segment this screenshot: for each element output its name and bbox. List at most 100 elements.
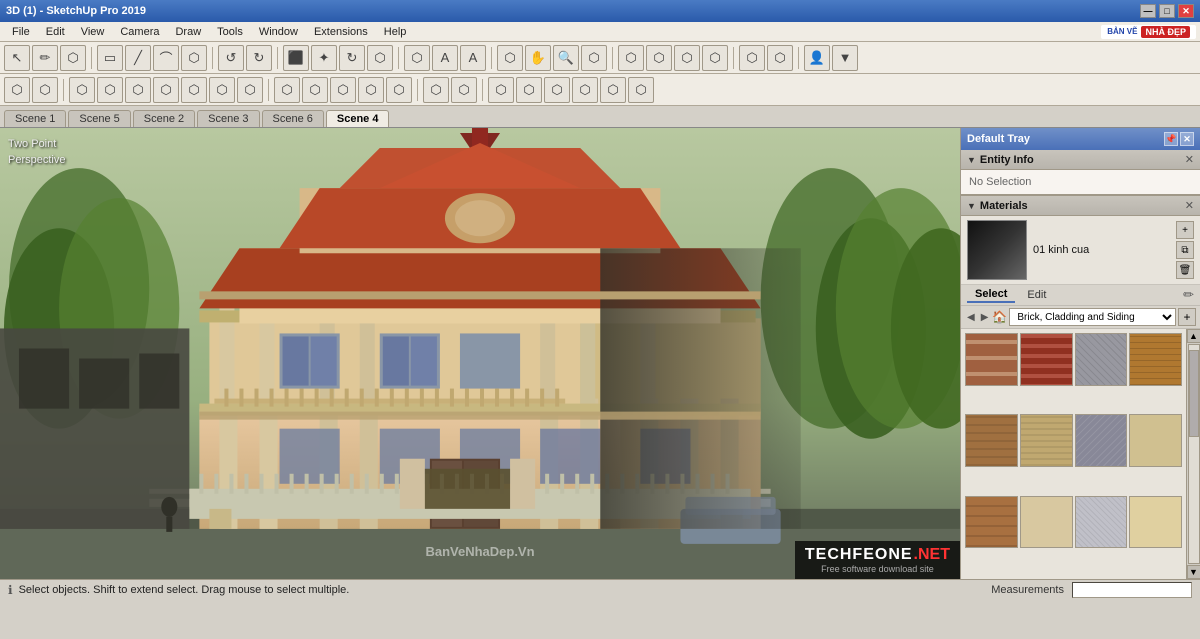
shaded-texture-button[interactable]: ⬡ (358, 77, 384, 103)
material-swatch-plaster1[interactable] (1129, 414, 1182, 467)
guides-button[interactable]: ⬡ (600, 77, 626, 103)
redo-button[interactable]: ↻ (246, 45, 272, 71)
undo-button[interactable]: ↺ (218, 45, 244, 71)
material-swatch-stone1[interactable] (1075, 333, 1128, 386)
shadow-button[interactable]: ⬡ (674, 45, 700, 71)
view-right-button[interactable]: ⬡ (181, 77, 207, 103)
menu-edit[interactable]: Edit (38, 24, 73, 40)
view-front-button[interactable]: ⬡ (97, 77, 123, 103)
push-pull-button[interactable]: ⬛ (283, 45, 309, 71)
material-select-tab[interactable]: Select (967, 287, 1015, 303)
menu-extensions[interactable]: Extensions (306, 24, 376, 40)
menu-file[interactable]: File (4, 24, 38, 40)
shaded-button[interactable]: ⬡ (330, 77, 356, 103)
view-top-button[interactable]: ⬡ (209, 77, 235, 103)
monochrome-button[interactable]: ⬡ (386, 77, 412, 103)
materials-section-header[interactable]: ▼ Materials ✕ (961, 196, 1200, 216)
material-scroll-down-button[interactable]: ▼ (1187, 565, 1200, 579)
menu-view[interactable]: View (73, 24, 113, 40)
measurements-input[interactable] (1072, 582, 1192, 598)
zoom-tool-button[interactable]: 🔍 (553, 45, 579, 71)
rectangle-tool-button[interactable]: ▭ (97, 45, 123, 71)
move-button[interactable]: ✦ (311, 45, 337, 71)
material-pencil-icon[interactable]: ✏ (1183, 287, 1194, 303)
material-create-button[interactable]: + (1176, 221, 1194, 239)
camera2-button[interactable]: ⬡ (32, 77, 58, 103)
scene-tab-3[interactable]: Scene 3 (197, 110, 259, 127)
material-swatch-stucco[interactable] (1020, 496, 1073, 549)
3d-viewport[interactable]: Two Point Perspective BanVeNhaDep.Vn TEC… (0, 128, 960, 579)
close-button[interactable]: ✕ (1178, 4, 1194, 18)
xray-button[interactable]: ⬡ (423, 77, 449, 103)
material-swatch-brick3[interactable] (965, 414, 1018, 467)
scene-tab-5[interactable]: Scene 5 (68, 110, 130, 127)
scale-button[interactable]: ⬡ (367, 45, 393, 71)
menu-draw[interactable]: Draw (167, 24, 209, 40)
component-button[interactable]: ⬡ (739, 45, 765, 71)
material-swatch-siding1[interactable] (1020, 414, 1073, 467)
material-scroll-thumb[interactable] (1189, 350, 1199, 437)
axes-button[interactable]: ⬡ (572, 77, 598, 103)
warehouse-button[interactable]: ⬡ (767, 45, 793, 71)
menu-tools[interactable]: Tools (209, 24, 251, 40)
material-swatch-brick1[interactable] (965, 333, 1018, 386)
shadow2-button[interactable]: ⬡ (488, 77, 514, 103)
hidden-geom-button[interactable]: ⬡ (628, 77, 654, 103)
material-scroll-up-button[interactable]: ▲ (1187, 329, 1200, 343)
camera1-button[interactable]: ⬡ (4, 77, 30, 103)
tray-pin-button[interactable]: 📌 (1164, 132, 1178, 146)
view-back-button[interactable]: ⬡ (125, 77, 151, 103)
polygon-tool-button[interactable]: ⬡ (181, 45, 207, 71)
profile-arrow-button[interactable]: ▼ (832, 45, 858, 71)
view-bottom-button[interactable]: ⬡ (237, 77, 263, 103)
material-duplicate-button[interactable]: ⧉ (1176, 241, 1194, 259)
tray-close-button[interactable]: ✕ (1180, 132, 1194, 146)
scene-tab-4[interactable]: Scene 4 (326, 110, 390, 127)
zoom-extents-button[interactable]: ⬡ (581, 45, 607, 71)
display-section-button[interactable]: ⬡ (516, 77, 542, 103)
select-tool-button[interactable]: ↖ (4, 45, 30, 71)
profile-button[interactable]: 👤 (804, 45, 830, 71)
entity-info-section-header[interactable]: ▼ Entity Info ✕ (961, 150, 1200, 170)
line-tool-button[interactable]: ╱ (125, 45, 151, 71)
maximize-button[interactable]: □ (1159, 4, 1175, 18)
category-select-dropdown[interactable]: Brick, Cladding and Siding Carpet and Te… (1009, 308, 1176, 326)
section-planes-button[interactable]: ⬡ (544, 77, 570, 103)
category-forward-button[interactable]: ▶ (979, 312, 991, 323)
category-home-icon[interactable]: 🏠 (992, 310, 1007, 324)
material-swatch-stone2[interactable] (1075, 414, 1128, 467)
materials-close-button[interactable]: ✕ (1185, 199, 1194, 212)
entity-info-close-button[interactable]: ✕ (1185, 153, 1194, 166)
text-tool-button[interactable]: A (460, 45, 486, 71)
pan-tool-button[interactable]: ✋ (525, 45, 551, 71)
scene-tab-2[interactable]: Scene 2 (133, 110, 195, 127)
wireframe-button[interactable]: ⬡ (274, 77, 300, 103)
category-back-button[interactable]: ◀ (965, 312, 977, 323)
material-swatch-wood1[interactable] (1129, 333, 1182, 386)
rotate-button[interactable]: ↻ (339, 45, 365, 71)
menu-help[interactable]: Help (376, 24, 415, 40)
eraser-tool-button[interactable]: ⬡ (60, 45, 86, 71)
menu-camera[interactable]: Camera (112, 24, 167, 40)
dimension-tool-button[interactable]: A (432, 45, 458, 71)
menu-window[interactable]: Window (251, 24, 306, 40)
minimize-button[interactable]: — (1140, 4, 1156, 18)
material-swatch-brick4[interactable] (965, 496, 1018, 549)
paint-tool-button[interactable]: ✏ (32, 45, 58, 71)
hidden-line-button[interactable]: ⬡ (302, 77, 328, 103)
category-add-button[interactable]: + (1178, 308, 1196, 326)
material-delete-button[interactable]: 🗑 (1176, 261, 1194, 279)
material-edit-tab[interactable]: Edit (1019, 288, 1054, 302)
arc-tool-button[interactable]: ⌒ (153, 45, 179, 71)
view-iso-button[interactable]: ⬡ (69, 77, 95, 103)
orbit-tool-button[interactable]: ⬡ (497, 45, 523, 71)
fog-button[interactable]: ⬡ (702, 45, 728, 71)
view-left-button[interactable]: ⬡ (153, 77, 179, 103)
tape-tool-button[interactable]: ⬡ (404, 45, 430, 71)
scene-tab-6[interactable]: Scene 6 (262, 110, 324, 127)
material-swatch-brick2[interactable] (1020, 333, 1073, 386)
section-display-button[interactable]: ⬡ (646, 45, 672, 71)
material-swatch-concrete[interactable] (1075, 496, 1128, 549)
section-plane-button[interactable]: ⬡ (618, 45, 644, 71)
scene-tab-1[interactable]: Scene 1 (4, 110, 66, 127)
